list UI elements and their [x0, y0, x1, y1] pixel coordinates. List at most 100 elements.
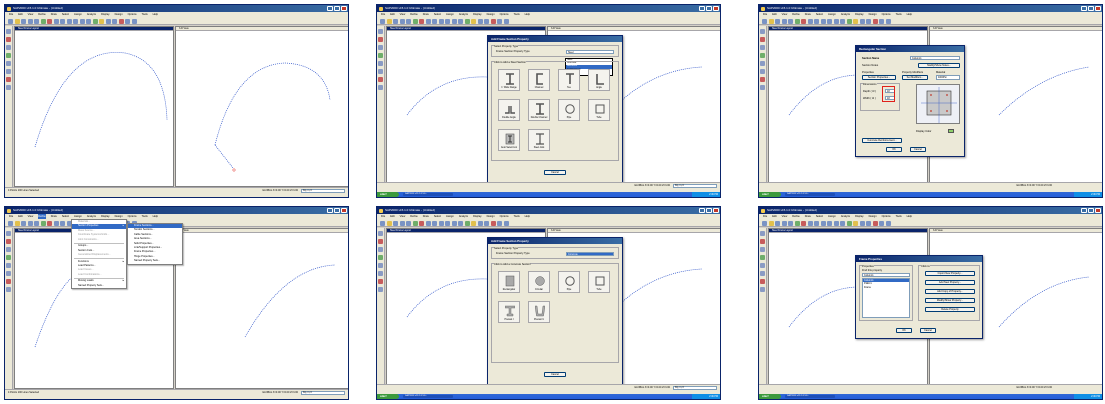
tile-pipe[interactable]: Pipe: [558, 99, 580, 121]
tile-rectangular[interactable]: Rectangular: [498, 271, 520, 293]
wide-flange-icon: [506, 73, 514, 85]
units-dropdown[interactable]: Kip, in, F: [673, 385, 717, 390]
menu-item-load-combinations[interactable]: Load Combinations...: [72, 273, 126, 277]
cancel-button[interactable]: Cancel: [544, 170, 566, 175]
tile-channel[interactable]: Channel: [528, 69, 550, 91]
status-text: 4 Points 100 Lines Selected: [8, 189, 39, 192]
click-to-group: Click to: Import New Property... Add New…: [918, 264, 980, 321]
tile-label: I / Wide Flange: [501, 87, 517, 89]
windows-taskbar: start SAP2000 v15.1.0 Ult... 2:46 PM: [759, 192, 1102, 197]
list-item[interactable]: Frame: [863, 286, 909, 289]
property-modifiers-label: Property Modifiers: [902, 71, 924, 74]
tile-label: Pipe: [566, 289, 572, 291]
material-label: Material: [936, 71, 946, 74]
material-select[interactable]: 4000Psi: [936, 75, 960, 80]
dialog-title: Add Frame Section Property: [488, 238, 622, 244]
coordinates-readout: GLOBAL X=0.00 Y=0.00 Z=3.00: [262, 391, 298, 394]
ok-button[interactable]: OK: [886, 147, 902, 152]
dialog-title: Rectangular Section: [856, 46, 964, 52]
panel-5-screenshot: SAP2000 v15.1.0 Ultimate - (Untitled) Fi…: [376, 206, 721, 400]
tile-auto-select[interactable]: Auto Select List: [498, 129, 520, 151]
units-dropdown[interactable]: Kip, in, F: [301, 390, 345, 395]
system-tray-clock: 2:46 PM: [1074, 192, 1102, 197]
import-property-button[interactable]: Import New Property...: [925, 271, 975, 276]
panel-6-screenshot: SAP2000 v15.1.0 Ultimate - (Untitled) Fi…: [758, 206, 1103, 400]
start-button[interactable]: start: [377, 192, 399, 197]
angle-icon: [596, 74, 604, 85]
units-dropdown[interactable]: Kip, in, F: [301, 188, 345, 193]
tile-precast-i[interactable]: Precast I: [498, 301, 520, 323]
menu-item-joint-constraints[interactable]: Joint Constraints...: [72, 238, 126, 242]
modify-property-button[interactable]: Modify/Show Property...: [925, 298, 975, 303]
group-label: Click to Add a Concrete Section: [494, 262, 531, 266]
tee-icon: [566, 73, 574, 84]
status-bar: GLOBAL X=0.00 Y=0.00 Z=3.00: [759, 182, 1102, 192]
frame-section-type-label: Frame Section Property Type: [496, 252, 530, 255]
tile-tee[interactable]: Tee: [558, 69, 580, 91]
section-type-select[interactable]: Steel: [566, 49, 614, 54]
start-button[interactable]: start: [759, 394, 781, 399]
panel-3-screenshot: SAP2000 v15.1.0 Ultimate - (Untitled) Fi…: [758, 4, 1103, 198]
taskbar-item[interactable]: SAP2000 v15.1.0 Ult...: [403, 394, 453, 399]
submenu-item-named-property-sets[interactable]: Named Property Sets...: [128, 259, 182, 263]
status-bar: GLOBAL X=0.00 Y=0.00 Z=3.00 Kip, in, F: [377, 384, 720, 394]
depth-label: Depth ( t3 ): [863, 90, 876, 93]
tile-label: Tee: [567, 87, 571, 89]
menu-item-generalized-displacements[interactable]: Generalized Displacements...: [72, 253, 126, 257]
properties-group: Properties Find this property Column1 Co…: [859, 264, 913, 321]
add-copy-button[interactable]: Add Copy of Property...: [925, 289, 975, 294]
tile-tube[interactable]: Tube: [588, 99, 610, 121]
menu-item-named-property-sets[interactable]: Named Property Sets...: [72, 284, 126, 288]
taskbar-item[interactable]: SAP2000 v15.1.0 Ult...: [785, 394, 835, 399]
start-button[interactable]: start: [759, 192, 781, 197]
group-label: Click to Add a Steel Section: [494, 60, 526, 64]
tile-double-angle[interactable]: Double Angle: [498, 99, 520, 121]
taskbar-item[interactable]: SAP2000 v15.1.0 Ult...: [785, 192, 835, 197]
tile-pipe[interactable]: Pipe: [558, 271, 580, 293]
pipe-icon: [565, 276, 575, 286]
add-frame-section-dialog: Add Frame Section Property Select Proper…: [487, 35, 623, 185]
tile-double-channel[interactable]: Double Channel: [528, 99, 550, 121]
tile-label: Tube: [596, 117, 602, 119]
tile-steel-joist[interactable]: Steel Joist: [528, 129, 550, 151]
concrete-reinforcement-button[interactable]: Concrete Reinforcement...: [862, 138, 902, 143]
cancel-button[interactable]: Cancel: [920, 328, 936, 333]
tile-precast-u[interactable]: Precast U: [528, 301, 550, 323]
section-notes-label: Section Notes: [862, 64, 879, 67]
select-type-group: Select Property Type Frame Section Prope…: [491, 246, 619, 259]
find-property-input[interactable]: Column1: [862, 273, 910, 277]
display-color-swatch[interactable]: [948, 129, 954, 133]
status-bar: GLOBAL X=0.00 Y=0.00 Z=3.00: [759, 384, 1102, 394]
delete-property-button[interactable]: Delete Property: [925, 307, 975, 312]
status-text: 4 Points 100 Lines Selected: [8, 391, 39, 394]
section-properties-button[interactable]: Section Properties...: [862, 75, 896, 80]
cancel-button[interactable]: Cancel: [544, 372, 566, 377]
ok-button[interactable]: OK: [896, 328, 912, 333]
taskbar-item[interactable]: SAP2000 v15.1.0 Ult...: [403, 192, 453, 197]
add-property-button[interactable]: Add New Property...: [925, 280, 975, 285]
coordinates-readout: GLOBAL X=0.00 Y=0.00 Z=3.00: [634, 386, 670, 389]
start-button[interactable]: start: [377, 394, 399, 399]
cancel-button[interactable]: Cancel: [910, 147, 926, 152]
section-type-select[interactable]: Concrete: [566, 251, 614, 256]
tile-tube[interactable]: Tube: [588, 271, 610, 293]
tile-label: Angle: [596, 87, 602, 89]
channel-icon: [536, 73, 543, 85]
modify-notes-button[interactable]: Modify/Show Notes...: [918, 63, 960, 68]
arch-model-drawing: [34, 52, 331, 172]
rectangular-icon: [505, 275, 515, 287]
section-name-input[interactable]: Column1: [910, 56, 960, 60]
units-dropdown[interactable]: Kip, in, F: [673, 183, 717, 188]
tile-wide-flange[interactable]: I / Wide Flange: [498, 69, 520, 91]
tile-angle[interactable]: Angle: [588, 69, 610, 91]
tile-circular[interactable]: Circular: [528, 271, 550, 293]
display-color-label: Display Color: [916, 130, 932, 133]
precast-u-icon: [535, 305, 545, 317]
property-list[interactable]: Column1 FSEC1 Frame: [862, 278, 910, 318]
system-tray-clock: 2:46 PM: [1074, 394, 1102, 399]
section-name-label: Section Name: [862, 57, 880, 60]
tile-label: Double Angle: [502, 117, 516, 119]
add-frame-section-dialog: Add Frame Section Property Select Proper…: [487, 237, 623, 387]
menu-item-label: Section Properties: [78, 224, 99, 228]
set-modifiers-button[interactable]: Set Modifiers...: [902, 75, 928, 80]
